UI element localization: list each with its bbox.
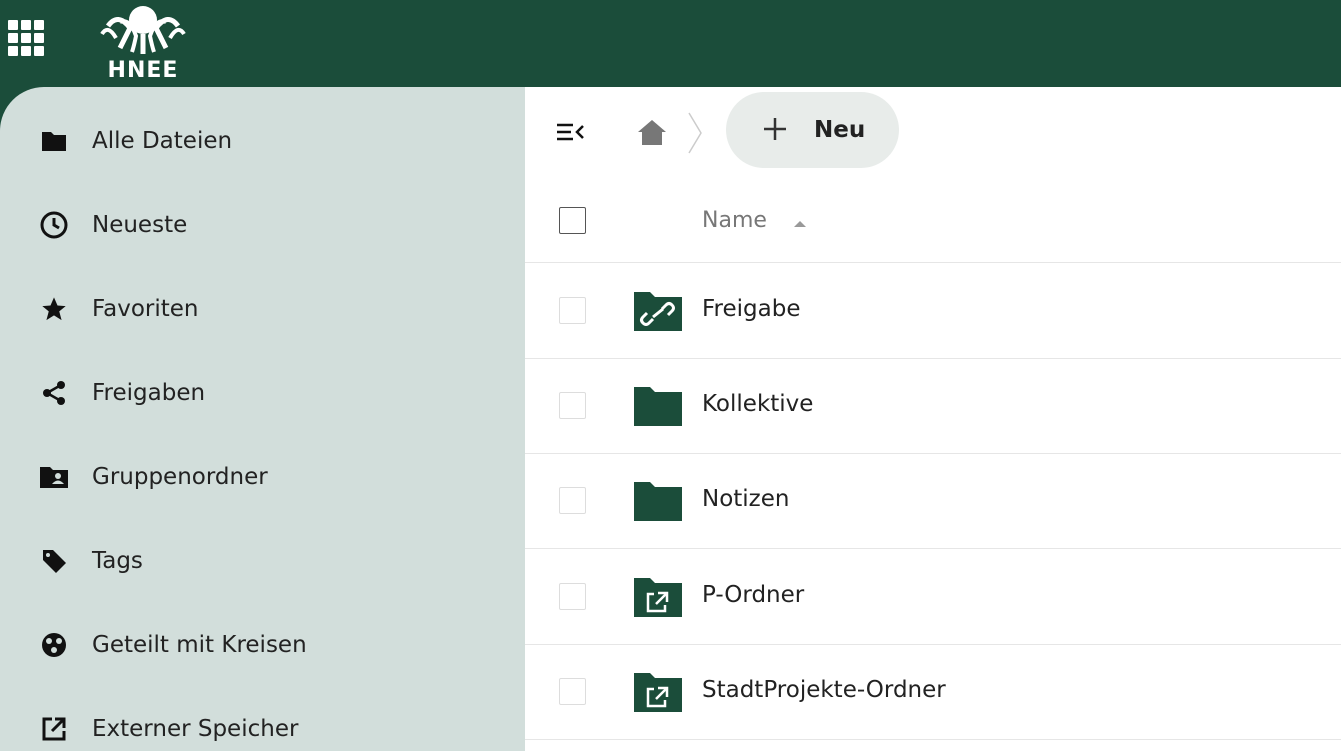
clock-icon	[38, 209, 70, 241]
new-button-label: Neu	[814, 117, 866, 143]
row-checkbox[interactable]	[559, 297, 586, 324]
chevron-right-icon	[688, 112, 702, 154]
sidebar-item-label: Freigaben	[92, 380, 206, 406]
sidebar-item-geteilt-mit-kreisen[interactable]: Geteilt mit Kreisen	[0, 603, 525, 687]
apps-grid-dot	[34, 33, 44, 43]
hnee-logo[interactable]: HNEE	[100, 4, 186, 84]
shared-link-folder-icon	[634, 292, 682, 331]
circles-icon	[38, 629, 70, 661]
sidebar-item-label: Geteilt mit Kreisen	[92, 632, 307, 658]
sidebar-item-label: Neueste	[92, 212, 188, 238]
sidebar-item-favoriten[interactable]: Favoriten	[0, 267, 525, 351]
breadcrumb-separator	[685, 111, 705, 155]
sidebar-item-label: Externer Speicher	[92, 716, 299, 742]
file-row-stadtprojekte-ordner[interactable]: StadtProjekte-Ordner	[525, 644, 1341, 740]
apps-grid-dot	[21, 33, 31, 43]
sidebar-toggle-icon	[557, 123, 584, 141]
folder-icon	[634, 387, 682, 426]
apps-grid-dot	[21, 20, 31, 30]
file-row-kollektive[interactable]: Kollektive	[525, 358, 1341, 454]
external-folder-icon	[634, 673, 682, 712]
sidebar-item-externer-speicher[interactable]: Externer Speicher	[0, 687, 525, 751]
apps-grid-dot	[8, 46, 18, 56]
sidebar-item-alle-dateien[interactable]: Alle Dateien	[0, 99, 525, 183]
file-name: P-Ordner	[702, 582, 805, 608]
sidebar-item-label: Favoriten	[92, 296, 199, 322]
share-icon	[38, 377, 70, 409]
home-icon	[638, 120, 666, 145]
sidebar-item-label: Gruppenordner	[92, 464, 268, 490]
file-row-p-ordner[interactable]: P-Ordner	[525, 549, 1341, 645]
sidebar-item-tags[interactable]: Tags	[0, 519, 525, 603]
row-checkbox[interactable]	[559, 487, 586, 514]
sidebar-toggle-button[interactable]	[553, 117, 587, 147]
row-checkbox[interactable]	[559, 678, 586, 705]
apps-grid-icon	[8, 20, 18, 30]
breadcrumb-home[interactable]	[635, 117, 669, 147]
hnee-tree-logo-icon	[100, 6, 186, 54]
sidebar-item-label: Tags	[92, 548, 143, 574]
apps-grid-dot	[34, 46, 44, 56]
folder-icon	[634, 482, 682, 521]
logo-text: HNEE	[107, 58, 179, 83]
apps-grid-dot	[21, 46, 31, 56]
star-icon	[38, 293, 70, 325]
row-checkbox[interactable]	[559, 583, 586, 610]
top-header: HNEE	[0, 0, 1341, 87]
files-main-area: Neu Name Freigabe Kollektive Notizen P-O…	[525, 87, 1341, 751]
file-row-notizen[interactable]: Notizen	[525, 453, 1341, 549]
apps-grid-dot	[8, 33, 18, 43]
sidebar-item-gruppenordner[interactable]: Gruppenordner	[0, 435, 525, 519]
external-storage-icon	[38, 713, 70, 745]
apps-grid-dot	[34, 20, 44, 30]
file-name: StadtProjekte-Ordner	[702, 677, 946, 703]
row-checkbox[interactable]	[559, 392, 586, 419]
sidebar-item-freigaben[interactable]: Freigaben	[0, 351, 525, 435]
new-button[interactable]: Neu	[726, 92, 899, 168]
folder-icon	[38, 125, 70, 157]
file-row-freigabe[interactable]: Freigabe	[525, 263, 1341, 359]
file-name: Notizen	[702, 486, 790, 512]
sort-ascending-icon	[794, 221, 806, 227]
file-list-header: Name	[525, 187, 1341, 263]
tag-icon	[38, 545, 70, 577]
name-column-header[interactable]: Name	[702, 208, 767, 233]
apps-menu-button[interactable]	[8, 20, 46, 58]
sidebar-item-label: Alle Dateien	[92, 128, 233, 154]
select-all-checkbox[interactable]	[559, 207, 586, 234]
sidebar-navigation: Alle Dateien Neueste Favoriten Freigaben…	[0, 87, 525, 751]
sidebar-item-neueste[interactable]: Neueste	[0, 183, 525, 267]
plus-icon	[764, 118, 786, 140]
file-name: Freigabe	[702, 296, 801, 322]
file-name: Kollektive	[702, 391, 814, 417]
external-folder-icon	[634, 578, 682, 617]
group-folder-icon	[38, 461, 70, 493]
